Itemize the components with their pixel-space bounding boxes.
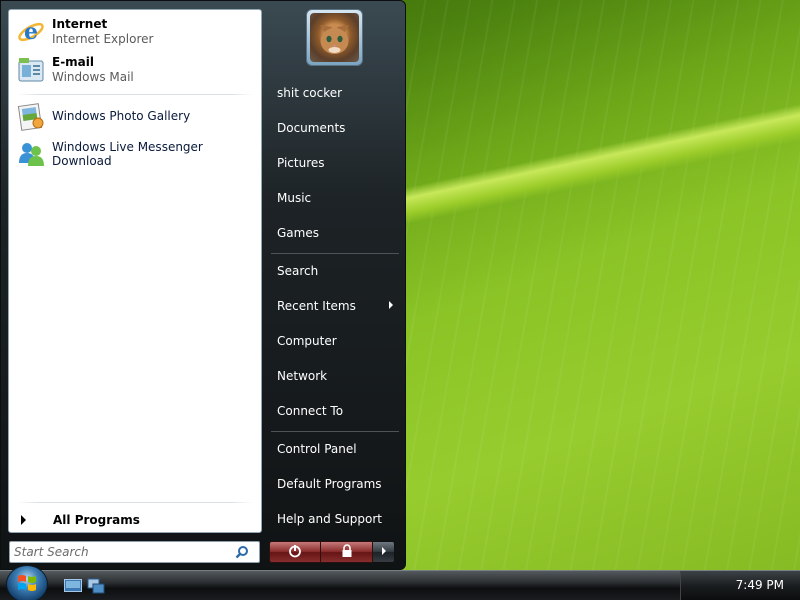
right-item-label: Default Programs (277, 477, 382, 491)
clock[interactable]: 7:49 PM (736, 578, 784, 592)
recent-item-label: Windows Photo Gallery (52, 109, 191, 123)
lock-icon (340, 543, 354, 561)
recent-items-link[interactable]: Recent Items (269, 291, 399, 321)
help-and-support-link[interactable]: Help and Support (269, 504, 399, 534)
recent-item-label: Windows Live Messenger Download (52, 140, 203, 168)
user-folder-link[interactable]: shit cocker (269, 78, 399, 108)
programs-pane: e Internet Internet Explorer E-mail Wind… (8, 9, 262, 533)
windows-logo-icon (16, 572, 38, 597)
photo-gallery-icon (15, 100, 47, 132)
pictures-link[interactable]: Pictures (269, 148, 399, 178)
user-picture[interactable] (306, 9, 363, 66)
right-item-label: shit cocker (277, 86, 343, 100)
start-button[interactable] (6, 565, 48, 600)
chevron-right-icon (21, 515, 26, 525)
avatar (310, 13, 359, 62)
default-programs-link[interactable]: Default Programs (269, 469, 399, 499)
games-link[interactable]: Games (269, 218, 399, 248)
music-link[interactable]: Music (269, 183, 399, 213)
right-item-label: Computer (277, 334, 337, 348)
right-item-label: Music (277, 191, 312, 205)
power-icon (288, 544, 302, 561)
connect-to-link[interactable]: Connect To (269, 396, 399, 426)
start-search-input[interactable] (10, 542, 232, 562)
right-item-label: Recent Items (277, 299, 356, 313)
right-item-label: Search (277, 264, 319, 278)
control-panel-link[interactable]: Control Panel (269, 434, 399, 464)
right-item-label: Control Panel (277, 442, 357, 456)
power-controls (269, 541, 395, 563)
chevron-right-icon (389, 301, 393, 309)
right-item-label: Pictures (277, 156, 325, 170)
computer-link[interactable]: Computer (269, 326, 399, 356)
right-item-label: Connect To (277, 404, 344, 418)
messenger-icon (15, 138, 47, 170)
switch-windows-icon[interactable] (87, 578, 105, 594)
pinned-separator (17, 94, 253, 95)
pinned-title: Internet (52, 17, 108, 31)
right-separator (271, 253, 399, 254)
network-link[interactable]: Network (269, 361, 399, 391)
all-programs-label: All Programs (53, 513, 140, 527)
chevron-right-icon (380, 545, 388, 559)
documents-link[interactable]: Documents (269, 113, 399, 143)
pinned-internet[interactable]: e Internet Internet Explorer (13, 14, 257, 50)
taskbar: 7:49 PM (0, 565, 800, 600)
power-button[interactable] (269, 541, 321, 563)
internet-explorer-icon: e (15, 16, 47, 48)
notification-area: 7:49 PM (680, 571, 800, 600)
recent-live-messenger-download[interactable]: Windows Live Messenger Download (13, 137, 257, 171)
lock-button[interactable] (321, 541, 373, 563)
shutdown-options-button[interactable] (373, 541, 395, 563)
all-programs-separator (17, 502, 253, 503)
right-item-label: Network (277, 369, 328, 383)
show-desktop-icon[interactable] (64, 578, 82, 594)
pinned-subtitle: Windows Mail (52, 70, 134, 84)
all-programs-button[interactable]: All Programs (17, 510, 257, 530)
right-item-label: Help and Support (277, 512, 382, 526)
recent-photo-gallery[interactable]: Windows Photo Gallery (13, 99, 257, 133)
right-item-label: Games (277, 226, 319, 240)
search-link[interactable]: Search (269, 256, 399, 286)
pinned-subtitle: Internet Explorer (52, 32, 154, 46)
search-icon[interactable] (232, 542, 252, 562)
pinned-title: E-mail (52, 55, 95, 69)
pinned-email[interactable]: E-mail Windows Mail (13, 52, 257, 88)
right-item-label: Documents (277, 121, 346, 135)
start-menu: e Internet Internet Explorer E-mail Wind… (0, 0, 406, 570)
windows-mail-icon (15, 54, 47, 86)
svg-text:e: e (24, 19, 38, 45)
right-separator (271, 431, 399, 432)
start-search-box[interactable] (9, 541, 260, 563)
